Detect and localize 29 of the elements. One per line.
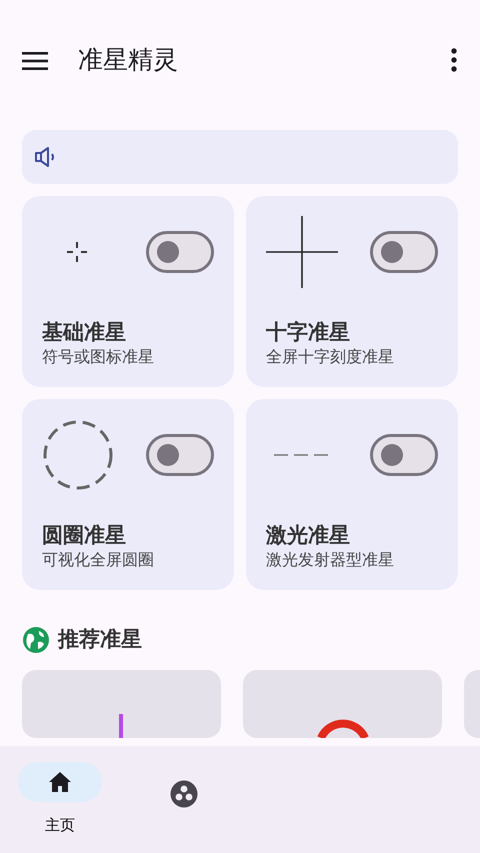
dots-circle-icon: [170, 780, 198, 808]
home-icon: [48, 771, 72, 793]
card-title: 激光准星: [266, 522, 351, 548]
card-title: 十字准星: [266, 320, 351, 345]
crosshair-card[interactable]: 基础准星 符号或图标准星: [22, 196, 234, 387]
more-button[interactable]: [450, 48, 458, 72]
toggle-switch[interactable]: [370, 434, 438, 476]
card-title: 圆圈准星: [42, 522, 127, 548]
app-title: 准星精灵: [78, 44, 179, 76]
globe-icon: [22, 626, 50, 654]
card-subtitle: 全屏十字刻度准星: [266, 346, 395, 368]
crosshair-icon: [266, 216, 338, 288]
toggle-switch[interactable]: [146, 231, 214, 273]
menu-icon: [22, 50, 48, 71]
dashed-circle-icon: [42, 419, 114, 491]
more-icon: [450, 48, 458, 72]
crosshair-card[interactable]: 圆圈准星 可视化全屏圆圈: [22, 399, 234, 590]
card-subtitle: 激光发射器型准星: [266, 549, 395, 571]
crosshair-card[interactable]: 十字准星 全屏十字刻度准星: [246, 196, 458, 387]
toggle-switch[interactable]: [370, 231, 438, 273]
section-title: 推荐准星: [58, 626, 142, 653]
crosshair-card[interactable]: 激光准星 激光发射器型准星: [246, 399, 458, 590]
card-subtitle: 可视化全屏圆圈: [42, 549, 155, 571]
crosshair-preview-card[interactable]: [243, 670, 442, 738]
nav-tab[interactable]: 主页: [18, 762, 102, 853]
crosshair-icon: [67, 242, 87, 262]
toggle-switch[interactable]: [146, 434, 214, 476]
card-subtitle: 符号或图标准星: [42, 346, 155, 368]
card-title: 基础准星: [42, 320, 127, 345]
